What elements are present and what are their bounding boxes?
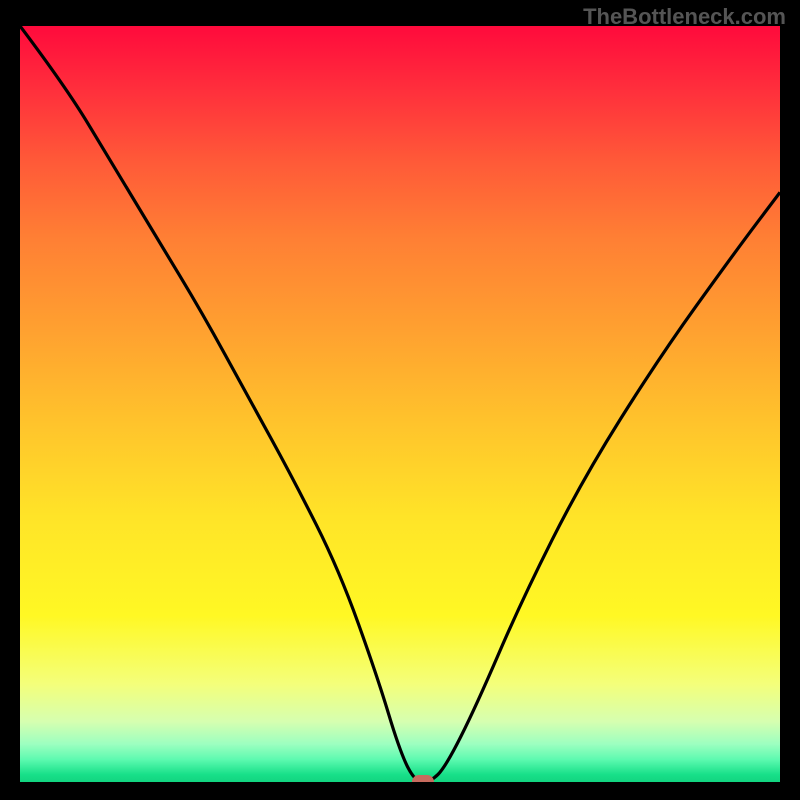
bottleneck-curve [20,26,780,782]
watermark-text: TheBottleneck.com [583,4,786,30]
optimum-marker [412,775,434,782]
plot-area [20,26,780,782]
